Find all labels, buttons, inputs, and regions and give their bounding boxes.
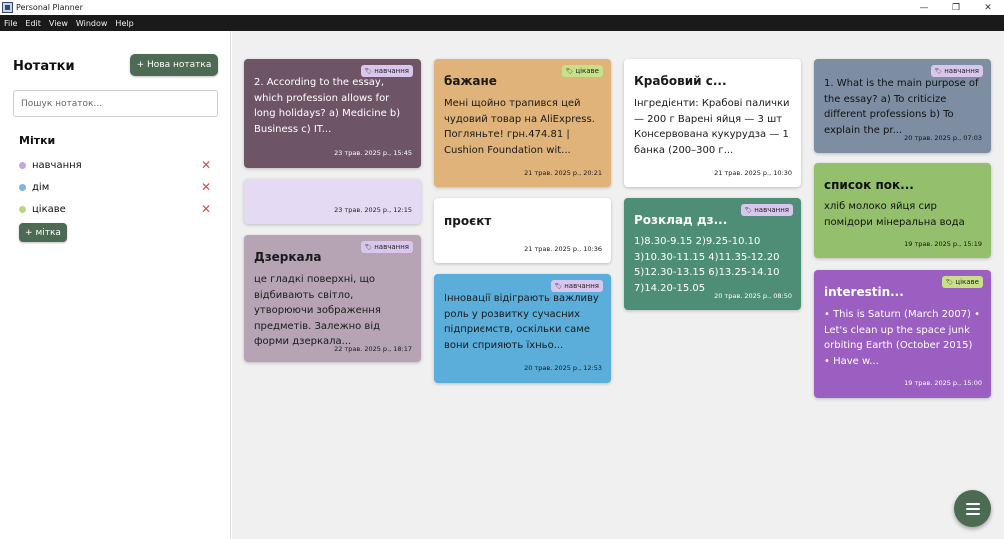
note-date: 19 трав. 2025 р., 15:19	[904, 240, 982, 248]
window-title: Personal Planner	[16, 3, 83, 12]
note-card[interactable]: 🏷 навчання Дзеркала це гладкі поверхні, щ…	[244, 235, 421, 362]
menu-view[interactable]: View	[45, 19, 72, 28]
maximize-button[interactable]: ❐	[940, 0, 972, 15]
note-date: 20 трав. 2025 р., 12:53	[524, 364, 602, 372]
note-card[interactable]: Крабовий с... Інгредієнти: Крабові палич…	[624, 59, 801, 187]
tag-icon: 🏷	[554, 282, 563, 290]
add-tag-button[interactable]: + мітка	[19, 223, 67, 242]
note-body: Інновації відіграють важливу роль у розв…	[444, 293, 599, 351]
tag-item-interesting[interactable]: цікаве ✕	[19, 202, 211, 216]
note-date: 23 трав. 2025 р., 12:15	[334, 206, 412, 214]
note-date: 20 трав. 2025 р., 07:03	[904, 134, 982, 142]
note-title: Дзеркала	[254, 250, 322, 264]
note-body: Мені щойно трапився цей чудовий товар на…	[444, 98, 595, 156]
menu-help[interactable]: Help	[111, 19, 137, 28]
tags-heading: Мітки	[19, 134, 56, 147]
note-body: це гладкі поверхні, що відбивають світло…	[254, 274, 381, 347]
new-note-button[interactable]: + Нова нотатка	[130, 54, 218, 76]
note-body: • This is Saturn (March 2007) • Let's cl…	[824, 309, 981, 367]
tag-badge: 🏷 навчання	[360, 241, 413, 253]
window-controls: — ❐ ✕	[908, 0, 1004, 15]
note-title: Розклад дз...	[634, 213, 728, 227]
tag-badge: 🏷 цікаве	[941, 276, 983, 288]
tag-badge: 🏷 цікаве	[561, 65, 603, 77]
note-card[interactable]: список пок... хліб молоко яйця сир помід…	[814, 163, 991, 258]
menu-window[interactable]: Window	[72, 19, 112, 28]
note-card[interactable]: 🏷 цікаве бажане Мені щойно трапився цей ч…	[434, 59, 611, 187]
note-card[interactable]: 🏷 навчання Інновації відіграють важливу р…	[434, 274, 611, 383]
tag-icon: 🏷	[364, 67, 373, 75]
notes-board: 🏷 навчання 2. According to the essay, whi…	[232, 31, 1004, 539]
close-button[interactable]: ✕	[972, 0, 1004, 15]
tag-label: цікаве	[32, 203, 66, 215]
delete-tag-icon[interactable]: ✕	[201, 202, 211, 216]
note-title: проєкт	[444, 214, 492, 228]
note-body: хліб молоко яйця сир помідори мінеральна…	[824, 201, 965, 228]
note-title: список пок...	[824, 178, 914, 192]
note-body: 1)8.30-9.15 2)9.25-10.10 3)10.30-11.15 4…	[634, 236, 780, 294]
tag-icon: 🏷	[364, 243, 373, 251]
note-body: Інгредієнти: Крабові палички — 200 г Вар…	[634, 98, 790, 156]
note-card[interactable]: 🏷 навчання Розклад дз... 1)8.30-9.15 2)9.…	[624, 198, 801, 310]
menu-edit[interactable]: Edit	[21, 19, 45, 28]
note-date: 21 трав. 2025 р., 10:30	[714, 169, 792, 177]
tag-item-home[interactable]: дім ✕	[19, 180, 211, 194]
note-card[interactable]: 23 трав. 2025 р., 12:15	[244, 179, 421, 224]
tag-color-dot	[19, 205, 26, 213]
sidebar: Нотатки + Нова нотатка Мітки навчання ✕ …	[0, 31, 231, 539]
note-body: 2. According to the essay, which profess…	[254, 77, 401, 135]
note-title: interestin...	[824, 285, 904, 299]
note-date: 22 трав. 2025 р., 18:17	[334, 345, 412, 353]
note-date: 23 трав. 2025 р., 15:45	[334, 149, 412, 157]
window-title-bar: Personal Planner — ❐ ✕	[0, 0, 1004, 15]
note-date: 21 трав. 2025 р., 10:36	[524, 245, 602, 253]
tag-label: дім	[32, 181, 50, 193]
delete-tag-icon[interactable]: ✕	[201, 180, 211, 194]
note-card[interactable]: 🏷 цікаве interestin... • This is Saturn (…	[814, 270, 991, 398]
note-date: 21 трав. 2025 р., 20:21	[524, 169, 602, 177]
menu-fab-button[interactable]	[954, 490, 991, 527]
tag-label: навчання	[32, 159, 82, 171]
delete-tag-icon[interactable]: ✕	[201, 158, 211, 172]
search-input[interactable]	[13, 90, 218, 117]
note-card[interactable]: 🏷 навчання 2. According to the essay, whi…	[244, 59, 421, 168]
note-date: 20 трав. 2025 р., 08:50	[714, 292, 792, 300]
minimize-button[interactable]: —	[908, 0, 940, 15]
note-date: 19 трав. 2025 р., 15:00	[904, 379, 982, 387]
tag-icon: 🏷	[945, 278, 954, 286]
app-icon	[2, 2, 13, 13]
tag-icon: 🏷	[565, 67, 574, 75]
tag-item-study[interactable]: навчання ✕	[19, 158, 211, 172]
note-card[interactable]: 🏷 навчання 1. What is the main purpose of…	[814, 59, 991, 153]
note-title: Крабовий с...	[634, 74, 727, 88]
hamburger-icon	[965, 502, 980, 505]
tag-badge: 🏷 навчання	[740, 204, 793, 216]
menu-file[interactable]: File	[0, 19, 21, 28]
note-title: бажане	[444, 74, 497, 88]
note-body: 1. What is the main purpose of the essay…	[824, 78, 979, 136]
tag-color-dot	[19, 183, 26, 191]
menu-bar: File Edit View Window Help	[0, 15, 1004, 31]
tag-icon: 🏷	[744, 206, 753, 214]
tag-icon: 🏷	[934, 67, 943, 75]
note-card[interactable]: проєкт 21 трав. 2025 р., 10:36	[434, 198, 611, 263]
notes-heading: Нотатки	[13, 59, 75, 74]
tag-color-dot	[19, 161, 26, 169]
